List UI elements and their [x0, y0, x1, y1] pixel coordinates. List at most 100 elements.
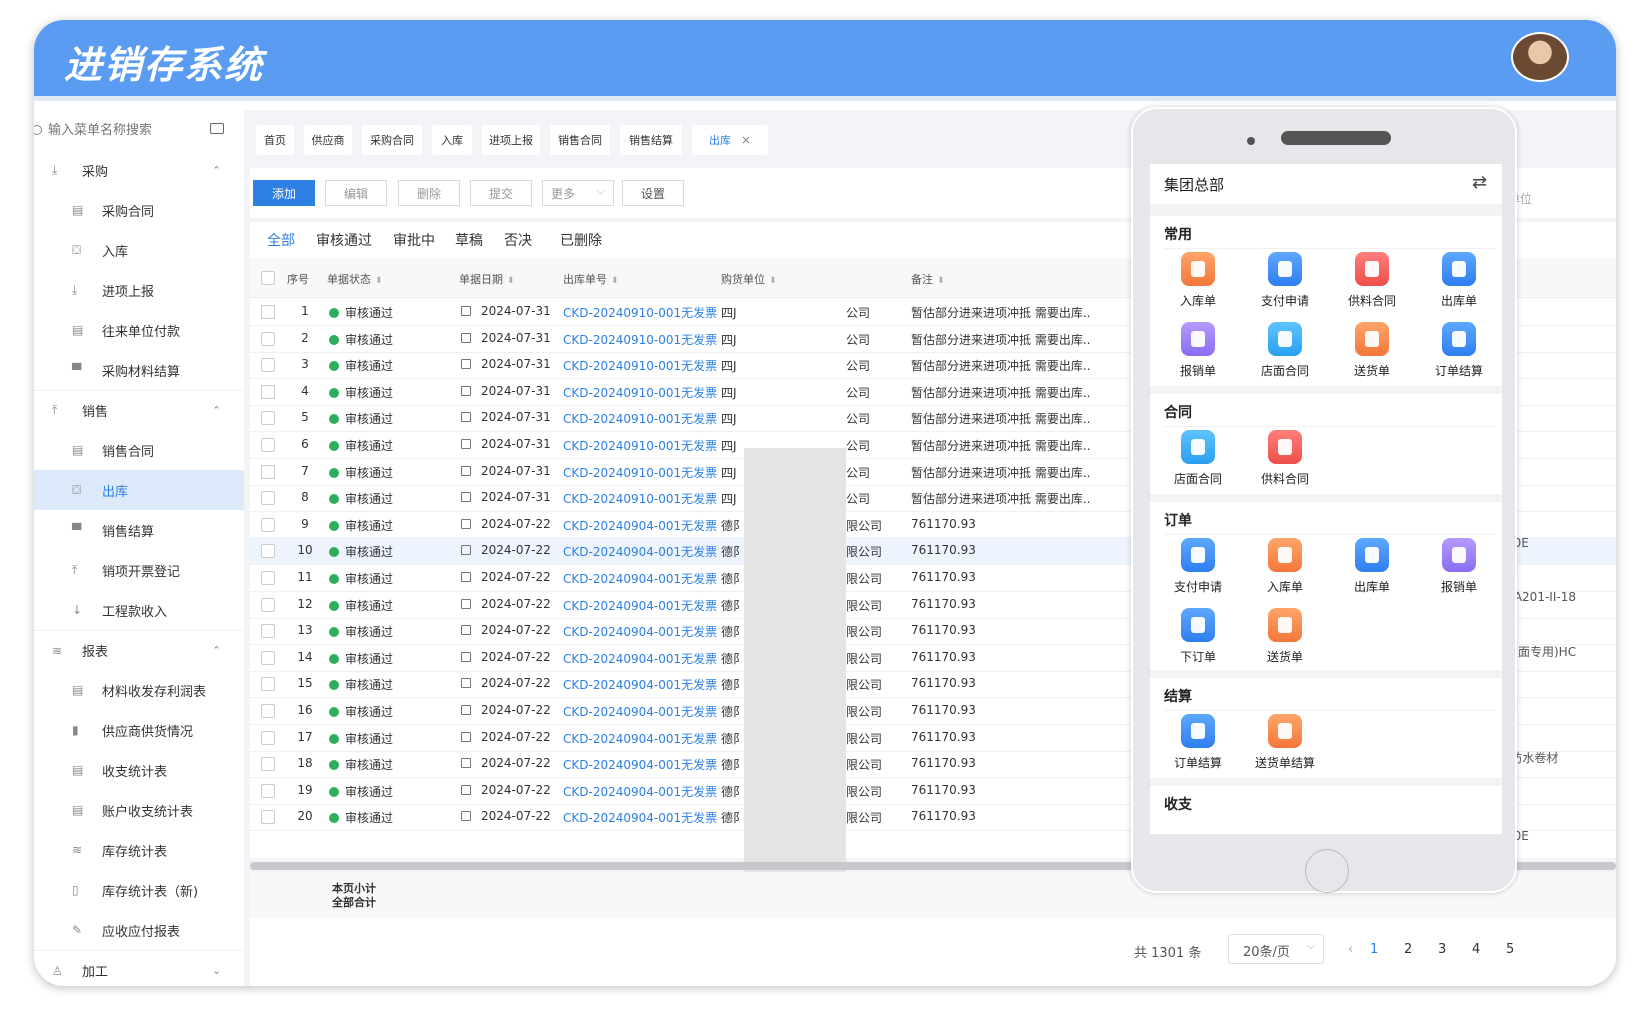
page-size-select[interactable]: 20条/页	[1228, 934, 1324, 964]
sidebar-group-6[interactable]: ⤒ 销售 ⌃	[34, 390, 244, 430]
sidebar-group-20[interactable]: ♙ 加工 ⌄	[34, 950, 244, 986]
order-no-link[interactable]: CKD-20240904-001无发票	[563, 703, 717, 720]
page-4-button[interactable]: 4	[1472, 942, 1480, 957]
order-no-link[interactable]: CKD-20240904-001无发票	[563, 756, 717, 773]
app-shortcut[interactable]: 订单结算	[1415, 322, 1503, 379]
row-checkbox[interactable]	[261, 730, 275, 745]
sidebar-item-8[interactable]: ⛋ 出库	[34, 470, 244, 510]
sidebar-item-17[interactable]: ≋ 库存统计表	[34, 830, 244, 870]
tab-5[interactable]: 销售合同	[550, 125, 610, 155]
settings-button[interactable]: 设置	[622, 180, 684, 206]
row-checkbox[interactable]	[261, 464, 275, 479]
row-checkbox[interactable]	[261, 597, 275, 612]
close-icon[interactable]: ×	[741, 133, 751, 147]
app-shortcut[interactable]: 店面合同	[1241, 322, 1329, 379]
filter-tab-2[interactable]: 审批中	[393, 230, 435, 250]
filter-tab-4[interactable]: 否决	[504, 230, 532, 250]
order-no-link[interactable]: CKD-20240910-001无发票	[563, 331, 717, 348]
sidebar-item-15[interactable]: ▤ 收支统计表	[34, 750, 244, 790]
filter-tab-1[interactable]: 审核通过	[316, 230, 372, 250]
sidebar-item-4[interactable]: ▤ 往来单位付款	[34, 310, 244, 350]
row-checkbox[interactable]	[261, 358, 275, 373]
app-shortcut[interactable]: 入库单	[1154, 252, 1242, 309]
row-checkbox[interactable]	[261, 544, 275, 559]
app-shortcut[interactable]: 送货单结算	[1241, 714, 1329, 771]
order-no-link[interactable]: CKD-20240910-001无发票	[563, 464, 717, 481]
more-dropdown[interactable]: 更多 ⌵	[542, 180, 614, 206]
app-shortcut[interactable]: 出库单	[1415, 252, 1503, 309]
avatar[interactable]	[1511, 32, 1569, 82]
row-checkbox[interactable]	[261, 704, 275, 718]
sidebar-item-2[interactable]: ⛋ 入库	[34, 230, 244, 270]
order-no-link[interactable]: CKD-20240904-001无发票	[563, 676, 717, 693]
sidebar-item-13[interactable]: ▤ 材料收发存利润表	[34, 670, 244, 710]
app-shortcut[interactable]: 店面合同	[1154, 430, 1242, 487]
tab-7[interactable]: 出库 ×	[692, 125, 768, 155]
filter-tab-0[interactable]: 全部	[267, 230, 295, 250]
order-no-link[interactable]: CKD-20240910-001无发票	[563, 490, 717, 507]
tab-4[interactable]: 进项上报	[482, 125, 540, 155]
page-2-button[interactable]: 2	[1404, 942, 1412, 957]
tab-1[interactable]: 供应商	[304, 125, 352, 155]
tab-6[interactable]: 销售结算	[620, 125, 682, 155]
page-3-button[interactable]: 3	[1438, 942, 1446, 957]
order-no-link[interactable]: CKD-20240910-001无发票	[563, 357, 717, 374]
order-no-link[interactable]: CKD-20240904-001无发票	[563, 623, 717, 640]
page-5-button[interactable]: 5	[1506, 942, 1514, 957]
app-shortcut[interactable]: 送货单	[1328, 322, 1416, 379]
order-no-link[interactable]: CKD-20240910-001无发票	[563, 384, 717, 401]
order-no-link[interactable]: CKD-20240910-001无发票	[563, 304, 717, 321]
row-checkbox[interactable]	[261, 810, 275, 825]
sidebar-item-5[interactable]: ▀ 采购材料结算	[34, 350, 244, 390]
select-all-checkbox[interactable]	[261, 271, 275, 285]
app-shortcut[interactable]: 报销单	[1415, 538, 1503, 595]
app-shortcut[interactable]: 送货单	[1241, 608, 1329, 665]
order-no-link[interactable]: CKD-20240904-001无发票	[563, 517, 717, 534]
order-no-link[interactable]: CKD-20240910-001无发票	[563, 437, 717, 454]
col-order-no[interactable]: 出库单号 ⬍	[563, 271, 619, 287]
order-no-link[interactable]: CKD-20240904-001无发票	[563, 809, 717, 826]
chevron-up-icon[interactable]: ⌃	[212, 644, 221, 657]
sidebar-item-16[interactable]: ▤ 账户收支统计表	[34, 790, 244, 830]
app-shortcut[interactable]: 下订单	[1154, 608, 1242, 665]
prev-page-button[interactable]: ‹	[1348, 942, 1353, 957]
sidebar-item-11[interactable]: ↓ 工程款收入	[34, 590, 244, 630]
col-buyer[interactable]: 购货单位 ⬍	[721, 271, 777, 287]
col-date[interactable]: 单据日期 ⬍	[459, 271, 515, 287]
app-shortcut[interactable]: 订单结算	[1154, 714, 1242, 771]
folder-icon[interactable]	[210, 123, 224, 134]
app-shortcut[interactable]: 供料合同	[1241, 430, 1329, 487]
app-shortcut[interactable]: 支付申请	[1241, 252, 1329, 309]
row-checkbox[interactable]	[261, 517, 275, 532]
add-button[interactable]: 添加	[253, 180, 315, 206]
sidebar-item-3[interactable]: ⤓ 进项上报	[34, 270, 244, 310]
app-shortcut[interactable]: 供料合同	[1328, 252, 1416, 309]
sidebar-item-19[interactable]: ✎ 应收应付报表	[34, 910, 244, 950]
app-shortcut[interactable]: 出库单	[1328, 538, 1416, 595]
order-no-link[interactable]: CKD-20240910-001无发票	[563, 410, 717, 427]
row-checkbox[interactable]	[261, 624, 275, 639]
sidebar-item-18[interactable]: ▯ 库存统计表（新)	[34, 870, 244, 910]
row-checkbox[interactable]	[261, 438, 275, 452]
tab-2[interactable]: 采购合同	[362, 125, 422, 155]
order-no-link[interactable]: CKD-20240904-001无发票	[563, 783, 717, 800]
row-checkbox[interactable]	[261, 491, 275, 506]
sidebar-item-9[interactable]: ▀ 销售结算	[34, 510, 244, 550]
app-shortcut[interactable]: 支付申请	[1154, 538, 1242, 595]
row-checkbox[interactable]	[261, 677, 275, 692]
sidebar-group-12[interactable]: ≋ 报表 ⌃	[34, 630, 244, 670]
row-checkbox[interactable]	[261, 384, 275, 399]
filter-tab-5[interactable]: 已删除	[560, 230, 602, 250]
order-no-link[interactable]: CKD-20240904-001无发票	[563, 650, 717, 667]
swap-icon[interactable]: ⇄	[1472, 172, 1487, 193]
app-shortcut[interactable]: 入库单	[1241, 538, 1329, 595]
order-no-link[interactable]: CKD-20240904-001无发票	[563, 543, 717, 560]
sidebar-item-14[interactable]: ▮ 供应商供货情况	[34, 710, 244, 750]
tab-0[interactable]: 首页	[256, 125, 294, 155]
row-checkbox[interactable]	[261, 650, 275, 665]
app-shortcut[interactable]: 报销单	[1154, 322, 1242, 379]
edit-button[interactable]: 编辑	[325, 180, 387, 206]
row-checkbox[interactable]	[261, 783, 275, 798]
row-checkbox[interactable]	[261, 571, 275, 585]
sidebar-item-1[interactable]: ▤ 采购合同	[34, 190, 244, 230]
